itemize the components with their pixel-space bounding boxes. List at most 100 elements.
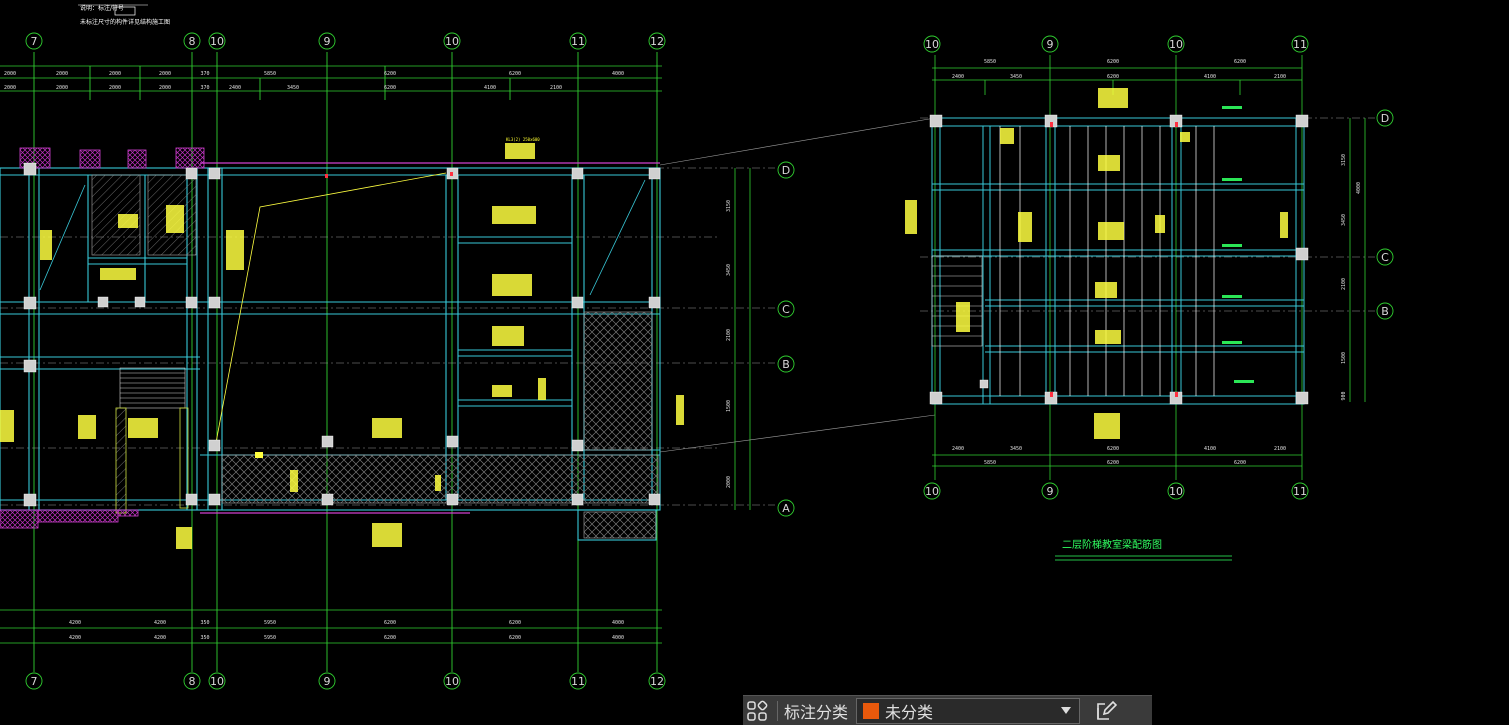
- dimension-text: 3150: [1341, 154, 1347, 166]
- axis-label: 9: [1047, 485, 1054, 498]
- dimension-text: 6200: [509, 635, 521, 641]
- dimension-text: 6200: [1107, 446, 1119, 452]
- axis-label: 11: [571, 675, 585, 688]
- left-stair: [119, 367, 186, 409]
- dimension-text: 900: [1341, 391, 1347, 400]
- dimension-text: 2000: [4, 85, 16, 91]
- axis-label: 9: [1047, 38, 1054, 51]
- dimension-text: 6200: [1234, 59, 1246, 65]
- dimension-text: 2000: [726, 476, 732, 488]
- dimension-text: 2000: [159, 71, 171, 77]
- dimension-text: 6200: [509, 620, 521, 626]
- axis-label: 12: [650, 675, 664, 688]
- right-plan-bottom-axis-bubbles: 10 9 10 11: [923, 482, 1309, 500]
- dimension-text: 4100: [1204, 446, 1216, 452]
- rebar-notes-right: [905, 88, 1288, 439]
- axis-label: 10: [925, 485, 939, 498]
- beam-tag-label: KL3(2) 250x600: [506, 137, 540, 142]
- axis-label: 10: [210, 675, 224, 688]
- axis-label: 10: [445, 35, 459, 48]
- dimension-text: 6200: [384, 620, 396, 626]
- toolbar-divider: [777, 700, 778, 721]
- axis-label: 8: [189, 35, 196, 48]
- dimension-text: 6200: [384, 71, 396, 77]
- dimension-text: 3450: [726, 264, 732, 276]
- dimension-text: 5950: [264, 620, 276, 626]
- axis-label: 9: [324, 675, 331, 688]
- dimension-text: 4000: [1356, 182, 1362, 194]
- annotation-category-toolbar: 标注分类 未分类: [743, 695, 1152, 725]
- dimension-text: 5850: [984, 460, 996, 466]
- dimension-text: 2100: [1274, 74, 1286, 80]
- axis-label: 12: [650, 35, 664, 48]
- dimension-text: 4200: [154, 620, 166, 626]
- dimension-text: 2000: [56, 71, 68, 77]
- annotation-category-label: 标注分类: [784, 702, 849, 722]
- dimension-text: 2400: [229, 85, 241, 91]
- dimension-text: 370: [200, 85, 209, 91]
- dimension-text: 6200: [1234, 460, 1246, 466]
- axis-label: 7: [31, 35, 38, 48]
- edit-icon[interactable]: [1092, 697, 1120, 725]
- dimension-text: 5950: [264, 635, 276, 641]
- axis-label: 9: [324, 35, 331, 48]
- dimension-text: 2000: [109, 71, 121, 77]
- dimension-text: 2000: [159, 85, 171, 91]
- axis-label: C: [1381, 251, 1389, 264]
- dimension-text: 370: [200, 71, 209, 77]
- axis-label: 11: [1293, 38, 1307, 51]
- dimension-text: 2100: [726, 329, 732, 341]
- annotation-category-select[interactable]: 未分类: [856, 697, 1081, 724]
- dimension-text: 2400: [952, 446, 964, 452]
- dimension-text: 4100: [484, 85, 496, 91]
- dimension-text: 4000: [612, 635, 624, 641]
- axis-label: 11: [571, 35, 585, 48]
- axis-label: B: [1381, 305, 1389, 318]
- left-plan: KL3(2) 250x600: [0, 52, 775, 672]
- category-color-swatch: [863, 702, 880, 719]
- right-plan-top-axis-bubbles: 10 9 10 11: [923, 35, 1309, 53]
- axis-label: B: [782, 358, 790, 371]
- cad-drawing-canvas[interactable]: 说明：标注/符号 未标注尺寸的构件详见结构施工图 KL3(2) 250x600 …: [0, 0, 1509, 725]
- dimension-text: 3150: [726, 200, 732, 212]
- axis-label: D: [782, 164, 790, 177]
- header-notes: 说明：标注/符号 未标注尺寸的构件详见结构施工图: [78, 4, 170, 26]
- dimension-text: 2400: [952, 74, 964, 80]
- axis-label: 10: [925, 38, 939, 51]
- chevron-down-icon[interactable]: [1061, 706, 1072, 714]
- left-plan-right-axis-bubbles: D C B A: [777, 161, 795, 517]
- drawing-title: 二层阶梯教室梁配筋图: [1062, 538, 1162, 551]
- dimension-text: 2100: [550, 85, 562, 91]
- dimension-text: 4100: [1204, 74, 1216, 80]
- dimension-text: 6200: [384, 85, 396, 91]
- detail-leader-lines: [659, 117, 936, 453]
- dimension-text: 1500: [1341, 352, 1347, 364]
- left-plan-top-axis-bubbles: 7 8 10 9 10 11 12: [25, 32, 666, 50]
- axis-label: D: [1381, 112, 1389, 125]
- dimension-text: 6200: [1107, 460, 1119, 466]
- dimension-text: 5850: [984, 59, 996, 65]
- axis-label: 8: [189, 675, 196, 688]
- axis-label: 11: [1293, 485, 1307, 498]
- axis-label: 7: [31, 675, 38, 688]
- dimension-text: 4200: [154, 635, 166, 641]
- dimension-text: 2000: [4, 71, 16, 77]
- dimension-text: 3450: [1010, 446, 1022, 452]
- dimension-text: 4200: [69, 620, 81, 626]
- selected-category-value: 未分类: [885, 702, 934, 722]
- dimension-text: 2100: [1274, 446, 1286, 452]
- dimension-text: 3450: [1010, 74, 1022, 80]
- right-plan-right-axis-bubbles: D C B: [1376, 109, 1394, 320]
- dimension-text: 6200: [1107, 74, 1119, 80]
- axis-label: 10: [1169, 38, 1183, 51]
- header-note-2: 未标注尺寸的构件详见结构施工图: [80, 18, 170, 26]
- dimension-text: 5850: [264, 71, 276, 77]
- dimension-text: 6200: [1107, 59, 1119, 65]
- dimension-text: 6200: [384, 635, 396, 641]
- dimension-text: 4000: [612, 71, 624, 77]
- dimension-text: 2000: [109, 85, 121, 91]
- dimension-text: 4200: [69, 635, 81, 641]
- component-grid-icon[interactable]: [743, 697, 771, 725]
- dimension-text: 3450: [1341, 214, 1347, 226]
- dimension-text: 350: [200, 620, 209, 626]
